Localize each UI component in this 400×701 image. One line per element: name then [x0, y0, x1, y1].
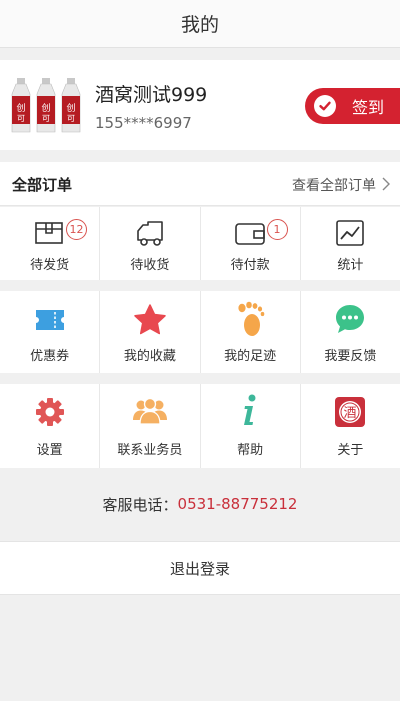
order-item-pending-receipt[interactable]: 待收货 [100, 207, 201, 280]
info-icon [244, 394, 256, 425]
badge-count: 1 [266, 219, 288, 240]
user-name: 酒窝测试999 [95, 84, 208, 106]
service-contact-salesperson[interactable]: 联系业务员 [100, 384, 201, 468]
chat-bubble-icon [336, 305, 365, 333]
order-item-pending-shipment[interactable]: 12 待发货 [0, 207, 101, 280]
order-item-statistics[interactable]: 统计 [301, 207, 400, 280]
feature-coupon[interactable]: 优惠券 [0, 291, 101, 373]
feature-label: 我的足迹 [224, 349, 277, 364]
features-grid: 优惠券 我的收藏 我的足迹 我要反馈 [0, 291, 400, 373]
bottle-image: 创 可 [61, 78, 81, 133]
profile-card[interactable]: 创 可 创 可 创 可 酒窝测试999 155****6997 签到 [0, 60, 400, 150]
feature-label: 我的收藏 [123, 349, 176, 364]
feature-feedback[interactable]: 我要反馈 [301, 291, 400, 373]
view-all-orders-link[interactable]: 查看全部订单 [292, 175, 376, 195]
order-item-label: 待付款 [230, 258, 270, 273]
gear-icon [35, 398, 64, 426]
customer-service-hotline: 客服电话： 0531-88775212 [0, 468, 400, 540]
service-label: 设置 [36, 443, 63, 458]
svg-text:酒: 酒 [344, 406, 357, 421]
feature-footprints[interactable]: 我的足迹 [201, 291, 301, 373]
delivery-truck-icon [137, 221, 163, 246]
hotline-label: 客服电话： [102, 495, 178, 514]
check-icon [314, 95, 336, 117]
feature-label: 优惠券 [30, 349, 70, 364]
feature-favorites[interactable]: 我的收藏 [100, 291, 201, 373]
feature-label: 我要反馈 [324, 349, 377, 364]
orders-header: 全部订单 查看全部订单 [0, 162, 400, 206]
bottle-image: 创 可 [11, 78, 31, 133]
services-grid: 设置 联系业务员 帮助 酒 关于 [0, 384, 400, 468]
bottle-image: 创 可 [36, 78, 56, 133]
chevron-right-icon[interactable] [381, 176, 391, 192]
star-icon [134, 304, 166, 335]
svg-text:创: 创 [41, 102, 50, 114]
service-label: 关于 [337, 443, 364, 458]
service-label: 帮助 [237, 443, 264, 458]
coupon-icon [35, 310, 64, 330]
service-settings[interactable]: 设置 [0, 384, 101, 468]
service-about[interactable]: 酒 关于 [301, 384, 400, 468]
badge-count: 12 [66, 219, 87, 240]
footprint-icon [238, 301, 265, 336]
svg-text:创: 创 [66, 102, 75, 114]
order-item-label: 待收货 [130, 258, 170, 273]
people-group-icon [132, 397, 167, 425]
svg-text:可: 可 [17, 114, 25, 123]
svg-text:创: 创 [16, 102, 25, 114]
order-item-label: 待发货 [30, 258, 70, 273]
orders-grid: 12 待发货 待收货 1 待付款 统计 [0, 207, 400, 280]
service-help[interactable]: 帮助 [201, 384, 301, 468]
package-box-icon [34, 222, 63, 244]
user-phone: 155****6997 [95, 114, 192, 132]
checkin-button[interactable]: 签到 [305, 88, 400, 124]
liquor-logo-icon: 酒 [335, 397, 366, 427]
wallet-icon [235, 223, 265, 245]
page-title: 我的 [180, 14, 219, 36]
top-bar: 我的 [0, 0, 400, 48]
logout-label: 退出登录 [169, 559, 230, 578]
svg-text:可: 可 [67, 114, 75, 123]
service-label: 联系业务员 [117, 443, 183, 458]
order-item-pending-payment[interactable]: 1 待付款 [201, 207, 301, 280]
orders-title: 全部订单 [12, 176, 73, 194]
avatar: 创 可 创 可 创 可 [10, 78, 82, 136]
order-item-label: 统计 [337, 258, 364, 273]
hotline-number[interactable]: 0531-88775212 [178, 495, 298, 513]
logout-button[interactable]: 退出登录 [0, 541, 400, 595]
checkin-label: 签到 [352, 98, 385, 117]
svg-text:可: 可 [42, 114, 50, 123]
line-chart-icon [336, 220, 365, 246]
